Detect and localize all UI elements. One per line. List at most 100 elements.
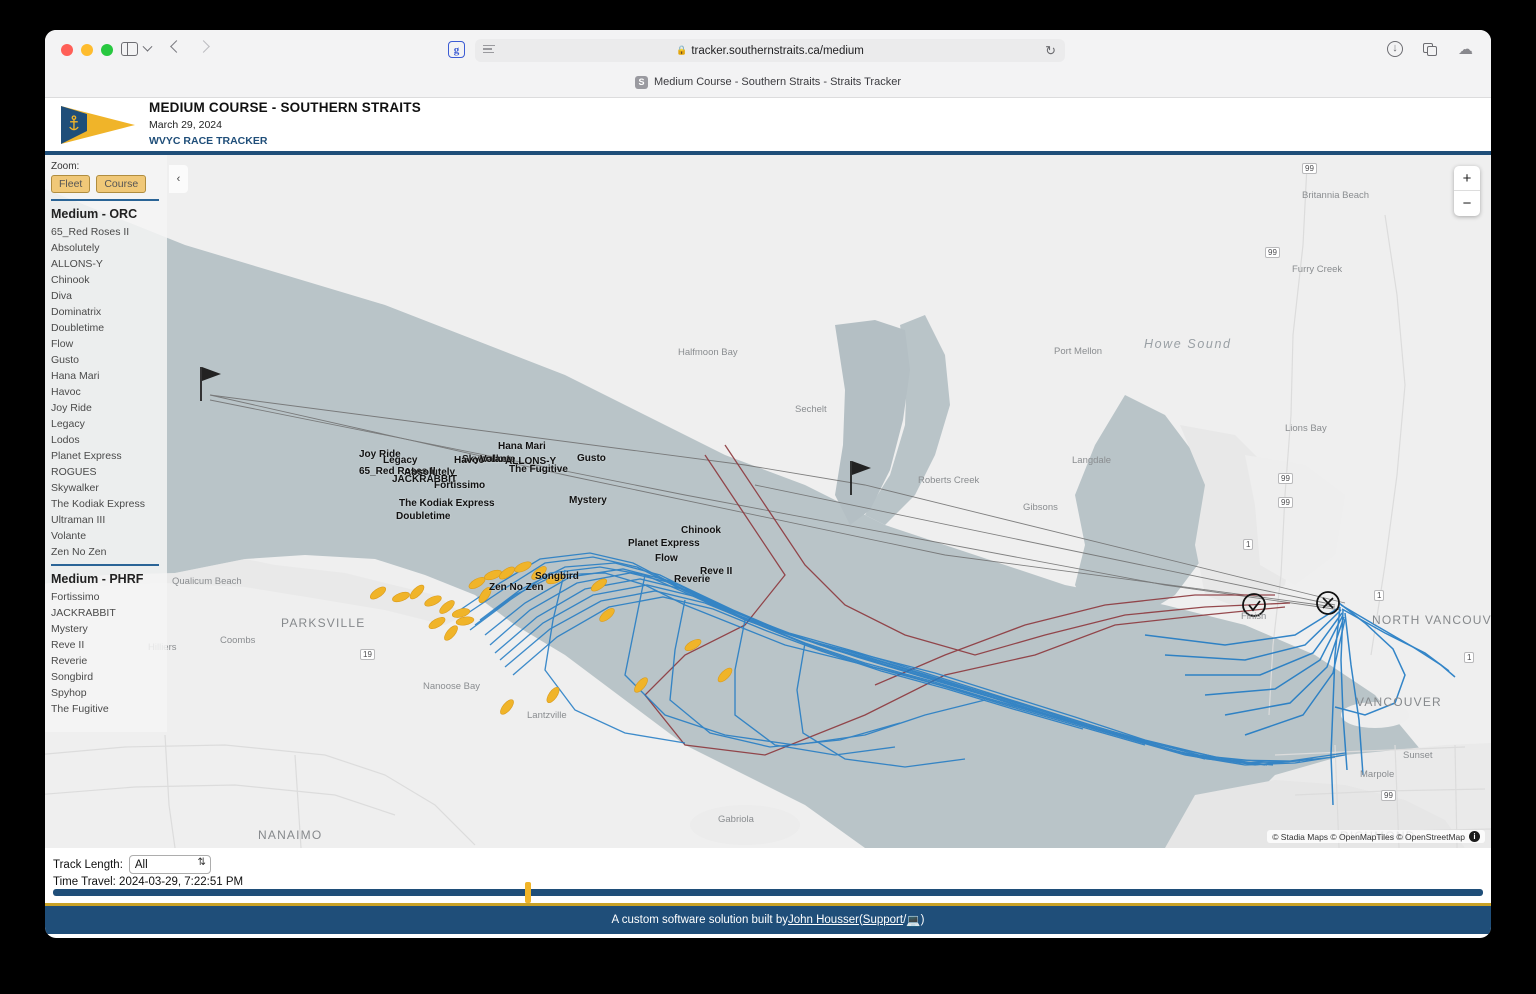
tab-overview-icon[interactable] [1423, 43, 1438, 56]
boat-list-item[interactable]: Dominatrix [51, 304, 167, 320]
chrome-right-icons: ☁ [1387, 41, 1473, 57]
sidebar-toggle-button[interactable] [121, 42, 151, 56]
boat-list-item[interactable]: 65_Red Roses II [51, 224, 167, 240]
reader-view-icon[interactable] [483, 45, 495, 55]
group-title-phrf: Medium - PHRF [51, 572, 167, 586]
favicon: S [635, 76, 648, 89]
boat-list-item[interactable]: Reve II [51, 637, 167, 653]
slider-thumb[interactable] [525, 882, 531, 903]
zoom-out-button[interactable]: − [1454, 191, 1480, 216]
info-icon[interactable]: i [1469, 831, 1480, 842]
footer-close-paren: ) [921, 914, 925, 926]
zoom-button-group[interactable]: Fleet Course [51, 175, 167, 193]
boat-list-item[interactable]: Absolutely [51, 240, 167, 256]
minimize-window-button[interactable] [81, 44, 93, 56]
map-graphics [45, 155, 1491, 848]
boat-list-item[interactable]: Havoc [51, 384, 167, 400]
boat-list-item[interactable]: Gusto [51, 352, 167, 368]
boat-list-item[interactable]: Lodos [51, 432, 167, 448]
boat-list-item[interactable]: Planet Express [51, 448, 167, 464]
boat-list-item[interactable]: Songbird [51, 669, 167, 685]
map-boat-label: Flow [655, 553, 678, 564]
boat-list-item[interactable]: Spyhop [51, 685, 167, 701]
navigation-buttons[interactable] [172, 42, 208, 51]
boat-list-item[interactable]: Reverie [51, 653, 167, 669]
page-header: MEDIUM COURSE - SOUTHERN STRAITS March 2… [45, 98, 1491, 155]
boat-list-item[interactable]: The Kodiak Express [51, 496, 167, 512]
track-length-value: All [135, 859, 148, 871]
track-length-label: Track Length: [53, 859, 123, 871]
extension-icon[interactable]: g [448, 41, 465, 58]
wvyc-burgee-logo [57, 104, 137, 146]
race-date: March 29, 2024 [149, 119, 421, 132]
author-link[interactable]: John Housser [788, 914, 859, 926]
boat-list-orc[interactable]: 65_Red Roses IIAbsolutelyALLONS-YChinook… [51, 224, 167, 560]
window-traffic-lights[interactable] [61, 44, 113, 56]
sidebar-icon [121, 42, 138, 56]
lock-icon: 🔒 [676, 45, 687, 56]
boat-list-item[interactable]: Zen No Zen [51, 544, 167, 560]
reload-icon[interactable]: ↻ [1045, 43, 1056, 59]
highway-shield: 99 [1381, 790, 1396, 801]
tab-title[interactable]: Medium Course - Southern Straits - Strai… [654, 76, 901, 88]
panel-collapse-button[interactable]: ‹ [169, 165, 188, 193]
page-footer: A custom software solution built by John… [45, 903, 1491, 934]
boat-list-item[interactable]: ROGUES [51, 464, 167, 480]
boat-list-item[interactable]: Legacy [51, 416, 167, 432]
boat-list-item[interactable]: Volante [51, 528, 167, 544]
icloud-icon[interactable]: ☁ [1458, 42, 1473, 57]
map-boat-label: Legacy [383, 455, 417, 466]
address-bar[interactable]: 🔒 tracker.southernstraits.ca/medium ↻ [475, 39, 1065, 62]
map-boat-label: The Kodiak Express [399, 498, 495, 509]
footer-text: A custom software solution built by [612, 914, 788, 926]
boat-list-item[interactable]: Skywalker [51, 480, 167, 496]
boat-list-item[interactable]: Joy Ride [51, 400, 167, 416]
close-window-button[interactable] [61, 44, 73, 56]
highway-shield: 99 [1265, 247, 1280, 258]
page-title: MEDIUM COURSE - SOUTHERN STRAITS [149, 100, 421, 117]
map-boat-label: Doubletime [396, 511, 450, 522]
header-text-block: MEDIUM COURSE - SOUTHERN STRAITS March 2… [149, 100, 421, 148]
highway-shield: 99 [1278, 473, 1293, 484]
boat-list-item[interactable]: ALLONS-Y [51, 256, 167, 272]
boat-list-item[interactable]: Ultraman III [51, 512, 167, 528]
tab-strip[interactable]: S Medium Course - Southern Straits - Str… [45, 68, 1491, 96]
boat-list-item[interactable]: Fortissimo [51, 589, 167, 605]
boat-list-item[interactable]: Doubletime [51, 320, 167, 336]
desktop-background: g 🔒 tracker.southernstraits.ca/medium ↻ … [0, 0, 1536, 994]
map-boat-label: Gusto [577, 453, 606, 464]
highway-shield: 1 [1243, 539, 1253, 550]
map-boat-label: Planet Express [628, 538, 700, 549]
tracker-subtitle: WVYC RACE TRACKER [149, 135, 421, 148]
boat-list-item[interactable]: Diva [51, 288, 167, 304]
map-boat-label: Hana Mari [498, 441, 546, 452]
boat-list-item[interactable]: Hana Mari [51, 368, 167, 384]
zoom-fleet-button[interactable]: Fleet [51, 175, 90, 193]
boat-list-item[interactable]: Flow [51, 336, 167, 352]
map-boat-label: Zen No Zen [489, 582, 543, 593]
back-arrow-icon[interactable] [170, 40, 183, 53]
boat-list-phrf[interactable]: FortissimoJACKRABBITMysteryReve IIReveri… [51, 589, 167, 717]
zoom-course-button[interactable]: Course [96, 175, 146, 193]
boat-list-item[interactable]: Chinook [51, 272, 167, 288]
map-zoom-control[interactable]: + − [1454, 166, 1480, 216]
zoom-in-button[interactable]: + [1454, 166, 1480, 191]
boat-list-item[interactable]: The Fugitive [51, 701, 167, 717]
browser-chrome: g 🔒 tracker.southernstraits.ca/medium ↻ … [45, 30, 1491, 98]
download-icon[interactable] [1387, 41, 1403, 57]
map-canvas[interactable]: Britannia BeachFurry CreekLions BayHowe … [45, 155, 1491, 848]
support-link[interactable]: Support [863, 914, 903, 926]
laptop-icon[interactable]: 💻 [906, 913, 920, 927]
time-travel-slider[interactable] [53, 889, 1483, 896]
map-boat-label: Chinook [681, 525, 721, 536]
forward-arrow-icon[interactable] [197, 40, 210, 53]
map-attribution[interactable]: © Stadia Maps © OpenMapTiles © OpenStree… [1267, 830, 1485, 843]
track-length-select[interactable]: All [129, 855, 211, 874]
url-text: tracker.southernstraits.ca/medium [691, 45, 864, 57]
maximize-window-button[interactable] [101, 44, 113, 56]
boat-list-item[interactable]: Mystery [51, 621, 167, 637]
chevron-down-icon[interactable] [143, 41, 153, 51]
boat-list-item[interactable]: JACKRABBIT [51, 605, 167, 621]
fleet-panel: Zoom: Fleet Course Medium - ORC 65_Red R… [45, 155, 167, 732]
highway-shield: 99 [1278, 497, 1293, 508]
